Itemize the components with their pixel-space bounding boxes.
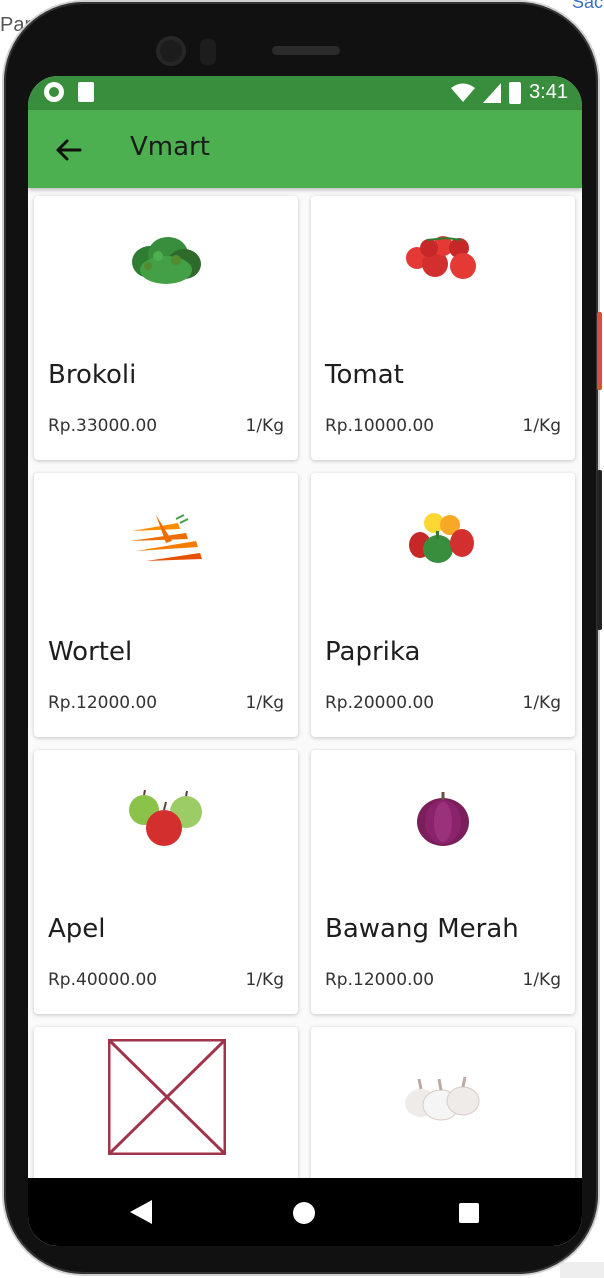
product-unit: 1/Kg bbox=[245, 970, 284, 990]
product-name: Brokoli bbox=[48, 360, 137, 390]
garlic-image bbox=[405, 1076, 480, 1121]
notification-circle-icon bbox=[44, 82, 64, 102]
nav-home-icon[interactable] bbox=[293, 1202, 315, 1224]
product-price: Rp.33000.00 bbox=[48, 416, 158, 436]
phone-screen: 3:41 Vmart Brokoli Rp.33000.00 1/Kg Toma… bbox=[28, 76, 582, 1246]
product-unit: 1/Kg bbox=[245, 416, 284, 436]
product-unit: 1/Kg bbox=[522, 416, 561, 436]
broken-image bbox=[108, 1039, 226, 1155]
background-text-right: Sac bbox=[572, 0, 604, 12]
navigation-bar bbox=[28, 1178, 582, 1246]
product-price: Rp.10000.00 bbox=[325, 416, 435, 436]
product-name: Paprika bbox=[325, 637, 421, 667]
status-bar: 3:41 bbox=[28, 76, 582, 110]
sd-card-icon bbox=[78, 82, 94, 102]
product-name: Bawang Merah bbox=[325, 914, 519, 944]
camera-sensor bbox=[200, 38, 216, 66]
carrot-image bbox=[130, 514, 202, 561]
power-button bbox=[597, 312, 602, 390]
background-edge bbox=[560, 1262, 604, 1278]
product-card-bawang-merah[interactable]: Bawang Merah Rp.12000.00 1/Kg bbox=[311, 750, 575, 1014]
battery-icon bbox=[509, 81, 522, 104]
product-card-brokoli[interactable]: Brokoli Rp.33000.00 1/Kg bbox=[34, 196, 298, 460]
volume-button bbox=[597, 470, 602, 630]
apple-image bbox=[129, 789, 202, 846]
product-card-tomat[interactable]: Tomat Rp.10000.00 1/Kg bbox=[311, 196, 575, 460]
product-price: Rp.20000.00 bbox=[325, 693, 435, 713]
wifi-icon bbox=[451, 83, 476, 102]
product-unit: 1/Kg bbox=[522, 693, 561, 713]
earpiece-speaker bbox=[272, 46, 340, 55]
product-price: Rp.12000.00 bbox=[325, 970, 435, 990]
back-arrow-icon[interactable] bbox=[54, 136, 82, 164]
nav-back-icon[interactable] bbox=[130, 1200, 152, 1224]
product-unit: 1/Kg bbox=[245, 693, 284, 713]
app-title: Vmart bbox=[130, 132, 210, 162]
nav-recents-icon[interactable] bbox=[459, 1203, 479, 1223]
product-card-apel[interactable]: Apel Rp.40000.00 1/Kg bbox=[34, 750, 298, 1014]
paprika-image bbox=[409, 513, 474, 563]
product-price: Rp.40000.00 bbox=[48, 970, 158, 990]
red-onion-image bbox=[417, 792, 469, 846]
product-name: Apel bbox=[48, 914, 106, 944]
product-name: Wortel bbox=[48, 637, 133, 667]
product-unit: 1/Kg bbox=[522, 970, 561, 990]
signal-icon bbox=[483, 82, 502, 103]
product-card-wortel[interactable]: Wortel Rp.12000.00 1/Kg bbox=[34, 473, 298, 737]
app-bar: Vmart bbox=[28, 110, 582, 188]
broccoli-image bbox=[132, 237, 201, 284]
status-clock: 3:41 bbox=[529, 81, 568, 103]
product-name: Tomat bbox=[325, 360, 404, 390]
product-price: Rp.12000.00 bbox=[48, 693, 158, 713]
phone-frame: 3:41 Vmart Brokoli Rp.33000.00 1/Kg Toma… bbox=[4, 2, 598, 1274]
product-card-paprika[interactable]: Paprika Rp.20000.00 1/Kg bbox=[311, 473, 575, 737]
front-camera bbox=[156, 36, 186, 66]
tomato-image bbox=[406, 236, 476, 279]
